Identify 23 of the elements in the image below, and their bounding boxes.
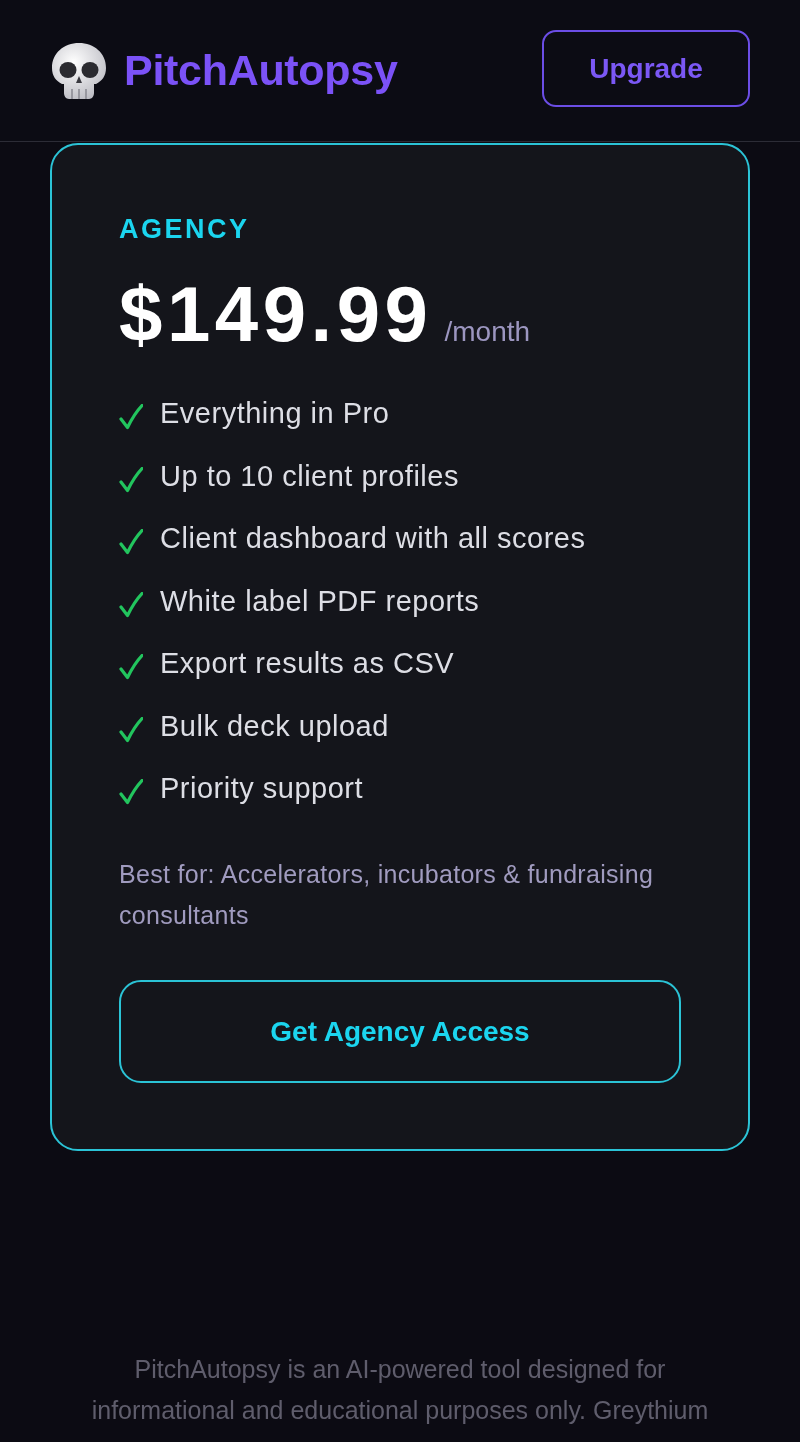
feature-text: Up to 10 client profiles — [160, 458, 459, 494]
plan-name: AGENCY — [119, 213, 251, 245]
check-icon — [119, 591, 143, 618]
get-access-button[interactable]: Get Agency Access — [119, 980, 681, 1083]
check-icon — [119, 404, 143, 430]
disclaimer-text: PitchAutopsy is an AI-powered tool designed for informational and educational purposes only. Greythium — [90, 1354, 710, 1426]
price-period: /month — [444, 316, 531, 348]
feature-text: Everything in Pro — [160, 396, 390, 431]
feature-text: Client dashboard with all scores — [160, 521, 586, 556]
brand-name: PitchAutopsy — [124, 46, 398, 95]
check-icon — [119, 654, 143, 680]
feature-text: Priority support — [160, 771, 363, 806]
feature-text: Export results as CSV — [160, 646, 455, 681]
upgrade-button[interactable]: Upgrade — [542, 30, 750, 107]
check-icon — [119, 716, 143, 743]
check-icon — [119, 466, 143, 493]
skull-icon — [52, 42, 106, 99]
best-for-text: Best for: Accelerators, incubators & fundraising consultants — [119, 859, 655, 931]
check-icon — [119, 529, 143, 555]
price: $149.99 — [119, 269, 433, 359]
feature-text: Bulk deck upload — [160, 708, 389, 744]
feature-text: White label PDF reports — [160, 583, 480, 619]
check-icon — [119, 779, 143, 805]
